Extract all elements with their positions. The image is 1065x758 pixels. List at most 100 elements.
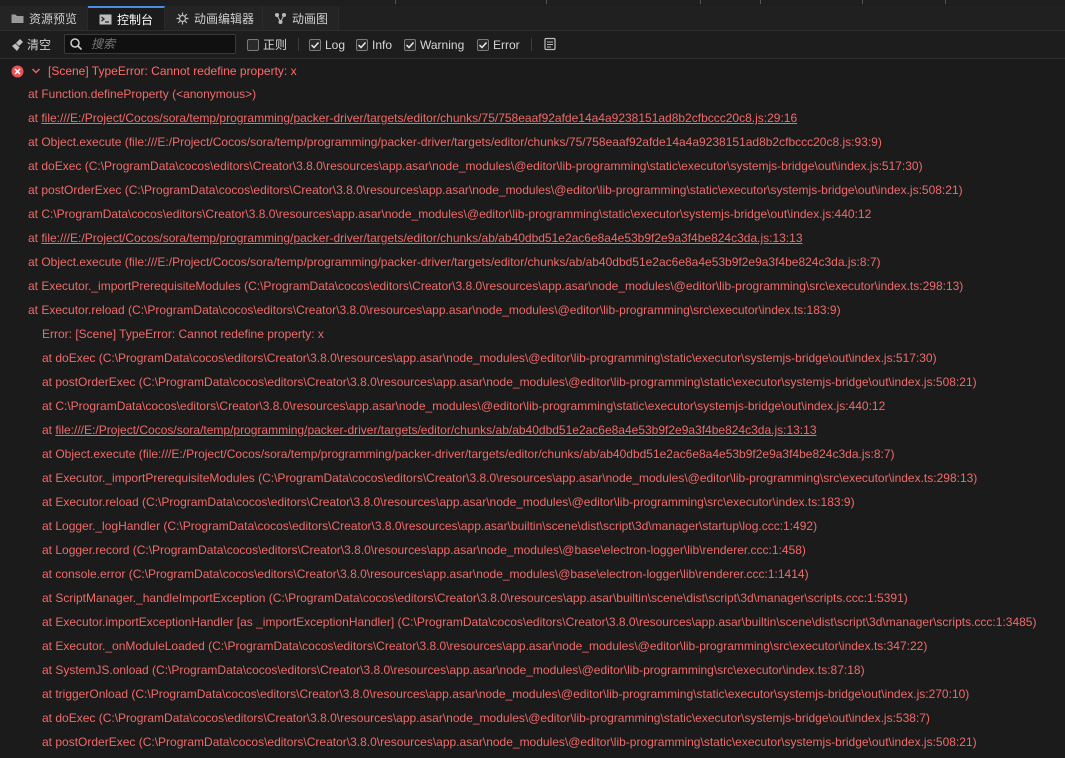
log-label: Log (325, 37, 346, 52)
stack-trace-line: Error: [Scene] TypeError: Cannot redefin… (42, 327, 324, 341)
stack-trace-text: at Object.execute (file:///E:/Project/Co… (28, 135, 882, 149)
stack-trace-text: at Logger.record (C:\ProgramData\cocos\e… (42, 543, 806, 557)
stack-trace-text: at console.error (C:\ProgramData\cocos\e… (42, 567, 809, 581)
stack-trace-text: at Function.defineProperty (<anonymous>) (28, 87, 257, 101)
stack-trace-text: at C:\ProgramData\cocos\editors\Creator\… (42, 399, 886, 413)
stack-trace-text: at doExec (C:\ProgramData\cocos\editors\… (42, 351, 937, 365)
chevron-down-icon[interactable] (31, 66, 41, 76)
checkmark-icon (310, 41, 320, 49)
stack-trace-text: at (42, 423, 56, 437)
stack-trace-text: at C:\ProgramData\cocos\editors\Creator\… (28, 207, 872, 221)
toolbar-divider (298, 38, 299, 51)
animation-graph-icon (273, 12, 287, 24)
stack-trace-text: at (28, 111, 42, 125)
checkmark-icon (405, 41, 415, 49)
stack-trace-line: at Function.defineProperty (<anonymous>) (28, 87, 256, 101)
console-toolbar: 清空 正则 Log Info Warning Error (0, 31, 1065, 59)
stack-trace-text: at postOrderExec (C:\ProgramData\cocos\e… (28, 183, 963, 197)
animation-editor-icon (175, 12, 189, 24)
warning-checkbox[interactable] (404, 38, 416, 51)
stack-trace-text: at Object.execute (file:///E:/Project/Co… (28, 255, 881, 269)
stack-trace-line: at Executor._onModuleLoaded (C:\ProgramD… (42, 639, 927, 653)
panel-tab-bar: 资源预览 控制台 动画编辑器 动画图 (0, 6, 1065, 31)
info-label: Info (372, 37, 393, 52)
source-file-link[interactable]: file:///E:/Project/Cocos/sora/temp/progr… (41, 111, 797, 125)
error-icon (11, 65, 24, 78)
log-filter-toggle[interactable]: Log (309, 37, 345, 52)
stack-trace-line: at triggerOnload (C:\ProgramData\cocos\e… (42, 687, 969, 701)
stack-trace-line: at C:\ProgramData\cocos\editors\Creator\… (28, 207, 871, 221)
clear-label: 清空 (27, 38, 52, 52)
tab-animation-graph[interactable]: 动画图 (263, 6, 339, 30)
stack-trace-text: at doExec (C:\ProgramData\cocos\editors\… (28, 159, 923, 173)
tab-label: 动画图 (292, 11, 329, 26)
regex-label: 正则 (263, 38, 288, 52)
tab-animation-editor[interactable]: 动画编辑器 (165, 6, 263, 30)
stack-trace-text: at Executor.importExceptionHandler [as _… (42, 615, 1037, 629)
error-label: Error (493, 37, 520, 52)
divider (395, 0, 396, 4)
regex-toggle[interactable]: 正则 (247, 37, 287, 52)
stack-trace-line: at Logger.record (C:\ProgramData\cocos\e… (42, 543, 806, 557)
info-checkbox[interactable] (356, 38, 368, 51)
divider (862, 0, 863, 4)
stack-trace-line: at file:///E:/Project/Cocos/sora/temp/pr… (28, 231, 803, 245)
document-icon (544, 37, 556, 51)
stack-trace-line: at postOrderExec (C:\ProgramData\cocos\e… (28, 183, 963, 197)
source-file-link[interactable]: file:///E:/Project/Cocos/sora/temp/progr… (41, 231, 802, 245)
stack-trace-text: at SystemJS.onload (C:\ProgramData\cocos… (42, 663, 865, 677)
stack-trace-text: at postOrderExec (C:\ProgramData\cocos\e… (42, 375, 977, 389)
stack-trace-text: at postOrderExec (C:\ProgramData\cocos\e… (42, 735, 977, 749)
stack-trace-line: at file:///E:/Project/Cocos/sora/temp/pr… (28, 111, 797, 125)
folder-icon (10, 12, 24, 24)
stack-trace-text: at Executor.reload (C:\ProgramData\cocos… (42, 495, 855, 509)
info-filter-toggle[interactable]: Info (356, 37, 392, 52)
stack-trace-line: at Object.execute (file:///E:/Project/Co… (28, 255, 881, 269)
search-icon (69, 37, 85, 51)
clear-button[interactable]: 清空 (11, 36, 51, 53)
console-log-area: [Scene] TypeError: Cannot redefine prope… (0, 59, 1065, 758)
stack-trace-line: at Executor._importPrerequisiteModules (… (28, 279, 963, 293)
tab-asset-preview[interactable]: 资源预览 (0, 6, 88, 30)
source-file-link[interactable]: file:///E:/Project/Cocos/sora/temp/progr… (55, 423, 816, 437)
divider (546, 0, 547, 4)
stack-trace-line: at Executor.reload (C:\ProgramData\cocos… (42, 495, 855, 509)
checkmark-icon (478, 41, 488, 49)
divider (945, 0, 946, 4)
toolbar-divider (531, 38, 532, 51)
checkmark-icon (357, 41, 367, 49)
stack-trace-text: at (28, 231, 42, 245)
stack-trace-line: at postOrderExec (C:\ProgramData\cocos\e… (42, 735, 977, 749)
stack-trace-text: at ScriptManager._handleImportException … (42, 591, 908, 605)
warning-label: Warning (420, 37, 465, 52)
stack-trace-line: at doExec (C:\ProgramData\cocos\editors\… (42, 351, 937, 365)
search-box[interactable] (64, 34, 236, 54)
stack-trace-text: at Logger._logHandler (C:\ProgramData\co… (42, 519, 818, 533)
tab-console[interactable]: 控制台 (88, 6, 165, 30)
stack-trace-line: at C:\ProgramData\cocos\editors\Creator\… (42, 399, 885, 413)
stack-trace-line: at file:///E:/Project/Cocos/sora/temp/pr… (42, 423, 817, 437)
stack-trace-text: at doExec (C:\ProgramData\cocos\editors\… (42, 711, 930, 725)
stack-trace-line: at Logger._logHandler (C:\ProgramData\co… (42, 519, 817, 533)
stack-trace-text: at Executor._importPrerequisiteModules (… (42, 471, 978, 485)
stack-trace-line: at Executor._importPrerequisiteModules (… (42, 471, 977, 485)
error-filter-toggle[interactable]: Error (477, 37, 520, 52)
stack-trace-line: at doExec (C:\ProgramData\cocos\editors\… (42, 711, 930, 725)
warning-filter-toggle[interactable]: Warning (404, 37, 464, 52)
stack-trace-text: at triggerOnload (C:\ProgramData\cocos\e… (42, 687, 970, 701)
stack-trace-text: at Object.execute (file:///E:/Project/Co… (42, 447, 895, 461)
log-checkbox[interactable] (309, 38, 321, 51)
stack-trace-text: at Executor._onModuleLoaded (C:\ProgramD… (42, 639, 928, 653)
error-checkbox[interactable] (477, 38, 489, 51)
tab-label: 控制台 (117, 12, 154, 27)
divider (700, 0, 701, 4)
regex-checkbox[interactable] (247, 38, 259, 51)
stack-trace-line: at Object.execute (file:///E:/Project/Co… (42, 447, 895, 461)
search-input[interactable] (89, 36, 233, 52)
stack-trace-line: at SystemJS.onload (C:\ProgramData\cocos… (42, 663, 865, 677)
tab-label: 资源预览 (29, 11, 78, 26)
copy-log-button[interactable] (543, 37, 557, 51)
stack-trace-text: Error: [Scene] TypeError: Cannot redefin… (42, 327, 324, 341)
divider (760, 0, 761, 4)
log-entry-header[interactable]: [Scene] TypeError: Cannot redefine prope… (0, 59, 1065, 83)
